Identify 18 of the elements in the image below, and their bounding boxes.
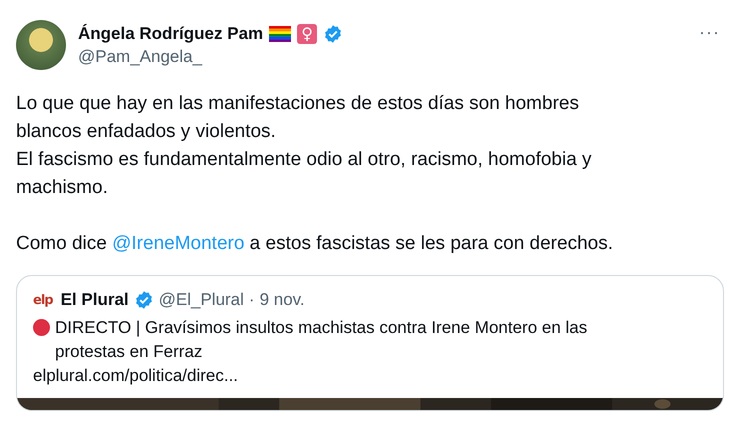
- tweet-text: El fascismo es fundamentalmente odio al otro, racismo, homofobia y machismo.: [16, 148, 593, 200]
- tweet-date[interactable]: 9 nov.: [260, 290, 305, 310]
- tweet-text: Como dice @IreneMontero a estos fascistas se les para con derechos.: [16, 232, 614, 256]
- avatar[interactable]: [16, 20, 66, 70]
- quoted-tweet-text: DIRECTO | Gravísimos insultos machistas contra Irene Montero en las protestas en Ferraz: [55, 317, 588, 363]
- logo: elp: [33, 292, 53, 308]
- quoted-author-handle[interactable]: @El_Plural: [158, 290, 244, 310]
- quoted-tweet-card[interactable]: elp El Plural @El_Plural · 9 nov. DIRECTO | Gravísimos insultos machistas contra Irene Montero en las protestas en Ferraz elplural.com/politica/direc...: [16, 275, 724, 411]
- female-sign-badge: ♀: [297, 24, 318, 44]
- author-name[interactable]: Ángela Rodríguez Pam: [78, 24, 264, 44]
- live-dot-icon: [33, 319, 50, 336]
- tweet-text: Lo que que hay en las manifestaciones de estos días son hombres blancos enfadados y violentos.: [16, 92, 580, 144]
- separator: ·: [248, 290, 255, 310]
- article-link[interactable]: elplural.com/politica/direc...: [17, 364, 723, 398]
- more-button[interactable]: ···: [693, 22, 726, 43]
- rainbow-flag-icon: [269, 26, 292, 42]
- quoted-author-name[interactable]: El Plural: [60, 290, 129, 310]
- author-handle[interactable]: @Pam_Angela_: [78, 46, 682, 66]
